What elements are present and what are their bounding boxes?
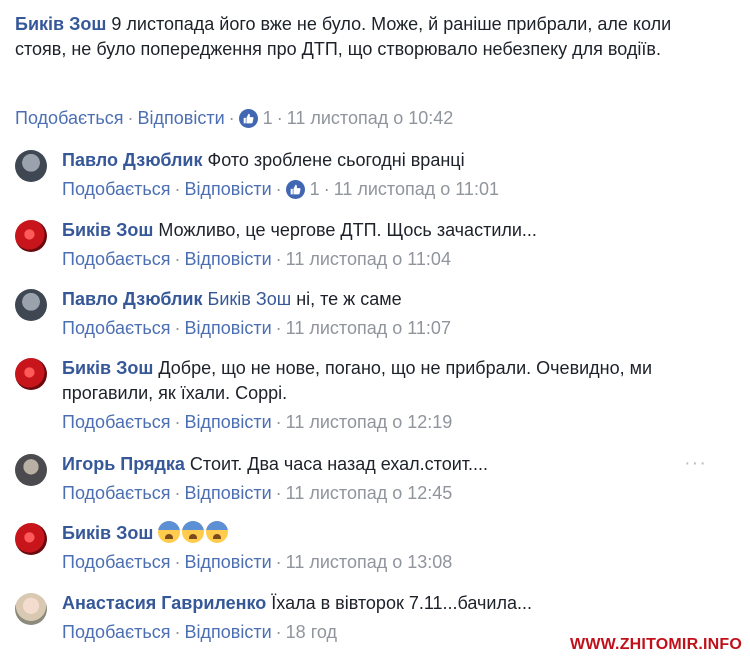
- comment-actions: Подобається · Відповісти · 1 · 11 листоп…: [62, 178, 702, 200]
- reply-button[interactable]: Відповісти: [138, 107, 225, 129]
- reactions-count[interactable]: 1: [238, 107, 273, 129]
- site-watermark: WWW.ZHITOMIR.INFO: [570, 636, 742, 653]
- avatar[interactable]: [15, 593, 47, 625]
- separator: ·: [275, 249, 282, 269]
- separator: ·: [275, 552, 282, 572]
- avatar[interactable]: [15, 454, 47, 486]
- separator: ·: [174, 412, 181, 432]
- comment-text: Їхала в вівторок 7.11...бачила...: [271, 593, 532, 613]
- reactions-number: 1: [262, 108, 273, 128]
- reply-content: Павло Дзюблик Биків Зош ні, те ж саме По…: [62, 287, 702, 339]
- top-comment-body: Биків Зош 9 листопада його вже не було. …: [15, 12, 715, 62]
- comment-text: ні, те ж саме: [296, 289, 402, 309]
- thumbs-up-icon: [238, 108, 258, 128]
- like-button[interactable]: Подобається: [15, 107, 124, 129]
- comment-author[interactable]: Павло Дзюблик: [62, 150, 203, 170]
- reply-button[interactable]: Відповісти: [185, 317, 272, 339]
- comment-author[interactable]: Биків Зош: [62, 358, 153, 378]
- like-button[interactable]: Подобається: [62, 178, 171, 200]
- separator: ·: [275, 412, 282, 432]
- comment-author[interactable]: Анастасия Гавриленко: [62, 593, 266, 613]
- anxious-face-emoji-icon: [206, 521, 229, 543]
- reply-content: Биків Зош Подобається · Відповісти · 11 …: [62, 521, 702, 573]
- reply-content: Биків Зош Добре, що не нове, погано, що …: [62, 356, 702, 433]
- mention-link[interactable]: Биків Зош: [208, 289, 292, 309]
- reply-button[interactable]: Відповісти: [185, 178, 272, 200]
- reactions-count[interactable]: 1: [285, 178, 320, 200]
- comment-timestamp[interactable]: 11 листопад о 11:01: [334, 178, 499, 200]
- comment-text: Стоит. Два часа назад ехал.стоит....: [189, 454, 489, 474]
- like-button[interactable]: Подобається: [62, 482, 171, 504]
- comment-author[interactable]: Биків Зош: [62, 220, 153, 240]
- separator: ·: [174, 622, 181, 642]
- reply-body: Павло Дзюблик Биків Зош ні, те ж саме: [62, 287, 702, 312]
- separator: ·: [275, 318, 282, 338]
- reply-button[interactable]: Відповісти: [185, 621, 272, 643]
- avatar[interactable]: [15, 358, 47, 390]
- comment-actions: Подобається · Відповісти · 11 листопад о…: [62, 411, 702, 433]
- separator: ·: [228, 108, 235, 128]
- reply-button[interactable]: Відповісти: [185, 411, 272, 433]
- reply-button[interactable]: Відповісти: [185, 248, 272, 270]
- reactions-number: 1: [309, 179, 320, 199]
- reply-body: Биків Зош Добре, що не нове, погано, що …: [62, 356, 702, 406]
- reply-button[interactable]: Відповісти: [185, 482, 272, 504]
- avatar[interactable]: [15, 289, 47, 321]
- reply-button[interactable]: Відповісти: [185, 551, 272, 573]
- like-button[interactable]: Подобається: [62, 317, 171, 339]
- separator: ·: [174, 249, 181, 269]
- separator: ·: [275, 622, 282, 642]
- reply-content: Павло Дзюблик Фото зроблене сьогодні вра…: [62, 148, 702, 200]
- comment-author[interactable]: Биків Зош: [15, 14, 106, 34]
- reply-content: Игорь Прядка Стоит. Два часа назад ехал.…: [62, 452, 702, 504]
- comment-actions: Подобається · Відповісти · 11 листопад о…: [62, 248, 702, 270]
- comment-actions: Подобається · Відповісти · 1 · 11 листоп…: [15, 107, 453, 129]
- comment-author[interactable]: Павло Дзюблик: [62, 289, 203, 309]
- separator: ·: [174, 552, 181, 572]
- comment-timestamp[interactable]: 18 год: [286, 621, 337, 643]
- anxious-face-emoji-icon: [158, 521, 181, 543]
- comment-author[interactable]: Игорь Прядка: [62, 454, 185, 474]
- comment-author[interactable]: Биків Зош: [62, 523, 153, 543]
- reply-body: Анастасия Гавриленко Їхала в вівторок 7.…: [62, 591, 702, 616]
- comment-timestamp[interactable]: 11 листопад о 12:19: [286, 411, 453, 433]
- comment-timestamp[interactable]: 11 листопад о 11:07: [286, 317, 451, 339]
- like-button[interactable]: Подобається: [62, 551, 171, 573]
- separator: ·: [174, 483, 181, 503]
- comment-actions: Подобається · Відповісти · 11 листопад о…: [62, 551, 702, 573]
- comment-timestamp[interactable]: 11 листопад о 12:45: [286, 482, 453, 504]
- anxious-face-emoji-icon: [182, 521, 205, 543]
- thumbs-up-icon: [285, 179, 305, 199]
- comment-text: 9 листопада його вже не було. Може, й ра…: [15, 14, 672, 59]
- more-options-icon[interactable]: ···: [684, 452, 707, 475]
- reply-body: Биків Зош: [62, 521, 702, 546]
- like-button[interactable]: Подобається: [62, 411, 171, 433]
- separator: ·: [275, 179, 282, 199]
- avatar[interactable]: [15, 523, 47, 555]
- comment-text: Можливо, це чергове ДТП. Щось зачастили.…: [158, 220, 537, 240]
- separator: ·: [174, 179, 181, 199]
- reply-body: Павло Дзюблик Фото зроблене сьогодні вра…: [62, 148, 702, 173]
- reply-body: Игорь Прядка Стоит. Два часа назад ехал.…: [62, 452, 702, 477]
- emoji-group: [158, 521, 230, 543]
- avatar[interactable]: [15, 150, 47, 182]
- comment-text: Фото зроблене сьогодні вранці: [207, 150, 465, 170]
- reply-body: Биків Зош Можливо, це чергове ДТП. Щось …: [62, 218, 702, 243]
- separator: ·: [275, 483, 282, 503]
- separator: ·: [127, 108, 134, 128]
- like-button[interactable]: Подобається: [62, 248, 171, 270]
- separator: ·: [174, 318, 181, 338]
- separator: ·: [276, 108, 283, 128]
- comment-timestamp[interactable]: 11 листопад о 10:42: [287, 107, 454, 129]
- comment-timestamp[interactable]: 11 листопад о 13:08: [286, 551, 453, 573]
- like-button[interactable]: Подобається: [62, 621, 171, 643]
- comment-timestamp[interactable]: 11 листопад о 11:04: [286, 248, 451, 270]
- separator: ·: [323, 179, 330, 199]
- reply-content: Биків Зош Можливо, це чергове ДТП. Щось …: [62, 218, 702, 270]
- comment-actions: Подобається · Відповісти · 11 листопад о…: [62, 482, 702, 504]
- comment-actions: Подобається · Відповісти · 11 листопад о…: [62, 317, 702, 339]
- avatar[interactable]: [15, 220, 47, 252]
